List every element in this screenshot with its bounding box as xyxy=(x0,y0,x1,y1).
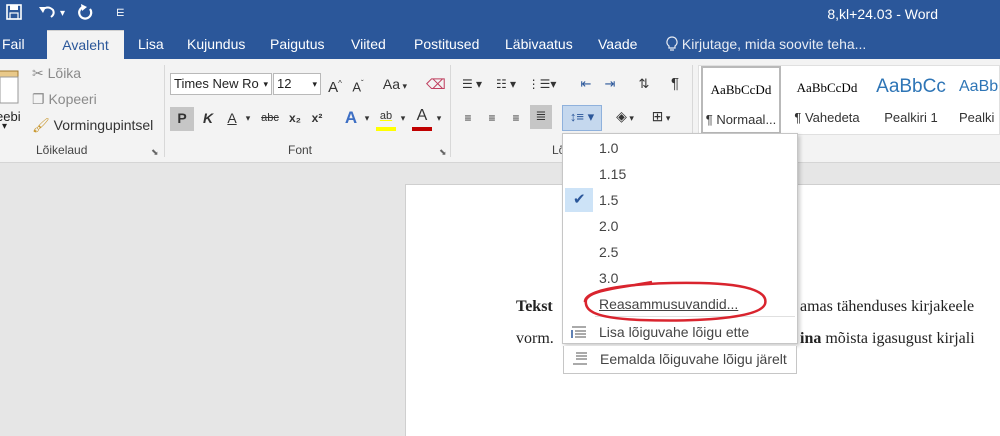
red-ellipse-annotation xyxy=(583,280,767,322)
annotation-overlay xyxy=(583,280,767,322)
